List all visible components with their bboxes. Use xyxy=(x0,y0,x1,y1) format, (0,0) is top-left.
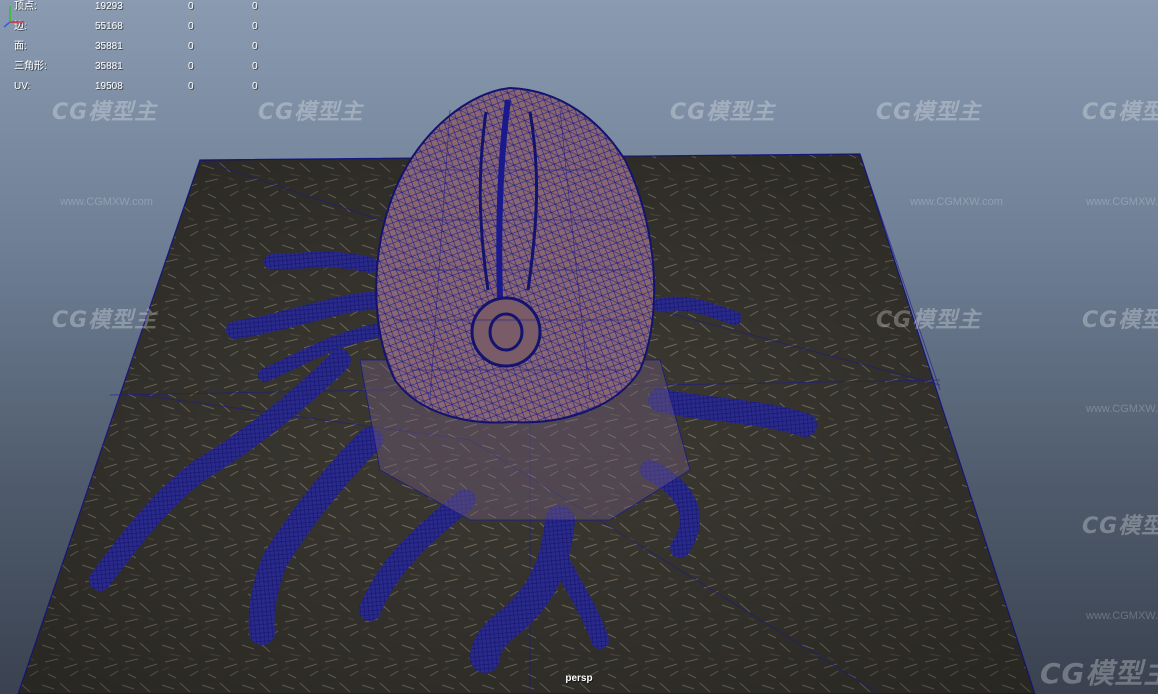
hud-component: 0 xyxy=(252,81,258,92)
hud-selected: 0 xyxy=(188,41,194,52)
3d-viewport[interactable]: CG模型主 CG模型主 CG模型主 CG模型主 CG模型主 CG模型主 CG模型… xyxy=(0,0,1158,694)
hud-row-triangles: 三角形: 35881 0 0 xyxy=(14,57,274,77)
hud-total: 19293 xyxy=(95,1,123,12)
hud-total: 35881 xyxy=(95,61,123,72)
hud-component: 0 xyxy=(252,41,258,52)
hud-selected: 0 xyxy=(188,21,194,32)
axis-gizmo-icon xyxy=(3,6,24,28)
camera-name-label: persp xyxy=(565,673,593,684)
hud-total: 55168 xyxy=(95,21,123,32)
hud-label: 面: xyxy=(14,41,27,52)
hud-total: 35881 xyxy=(95,41,123,52)
hud-label: UV: xyxy=(14,81,31,92)
poly-count-hud: 顶点: 19293 0 0 边: 55168 0 0 面: 35881 0 0 … xyxy=(14,0,274,97)
creature-egg-body xyxy=(375,86,656,424)
hud-label: 三角形: xyxy=(14,61,47,72)
hud-component: 0 xyxy=(252,61,258,72)
hud-total: 19508 xyxy=(95,81,123,92)
hud-component: 0 xyxy=(252,21,258,32)
hud-row-faces: 面: 35881 0 0 xyxy=(14,37,274,57)
hud-row-edges: 边: 55168 0 0 xyxy=(14,17,274,37)
hud-row-vertices: 顶点: 19293 0 0 xyxy=(14,0,274,17)
hud-component: 0 xyxy=(252,1,258,12)
hud-selected: 0 xyxy=(188,1,194,12)
hud-selected: 0 xyxy=(188,61,194,72)
viewport-scene xyxy=(17,86,1036,694)
hud-row-uvs: UV: 19508 0 0 xyxy=(14,77,274,97)
hud-selected: 0 xyxy=(188,81,194,92)
